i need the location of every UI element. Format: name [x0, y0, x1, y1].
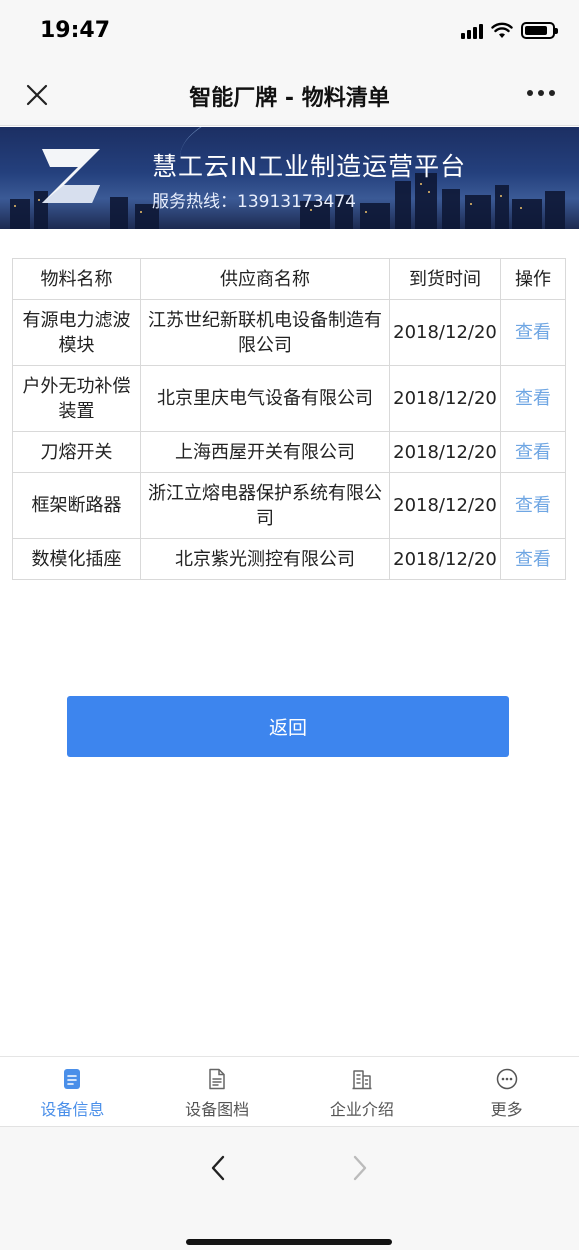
- table-row: 刀熔开关 上海西屋开关有限公司 2018/12/20 查看: [12, 431, 566, 473]
- table-row: 有源电力滤波模块 江苏世纪新联机电设备制造有限公司 2018/12/20 查看: [12, 299, 566, 366]
- header-action: 操作: [500, 258, 566, 300]
- supplier-name-cell: 上海西屋开关有限公司: [140, 431, 390, 473]
- browser-toolbar: [0, 1126, 579, 1250]
- more-circle-icon: [496, 1068, 517, 1090]
- status-icons: [461, 22, 558, 39]
- view-link[interactable]: 查看: [500, 365, 566, 432]
- tab-label: 设备图档: [185, 1100, 250, 1119]
- table-row: 户外无功补偿装置 北京里庆电气设备有限公司 2018/12/20 查看: [12, 365, 566, 432]
- materials-table: 物料名称 供应商名称 到货时间 操作 有源电力滤波模块 江苏世纪新联机电设备制造…: [12, 258, 566, 580]
- arrival-date-cell: 2018/12/20: [389, 299, 501, 366]
- tab-device-drawings[interactable]: 设备图档: [145, 1057, 290, 1125]
- tab-more[interactable]: 更多: [434, 1057, 579, 1125]
- supplier-name-cell: 北京里庆电气设备有限公司: [140, 365, 390, 432]
- header-arrival-time: 到货时间: [389, 258, 501, 300]
- arrival-date-cell: 2018/12/20: [389, 365, 501, 432]
- building-icon: [352, 1070, 372, 1090]
- tab-device-info[interactable]: 设备信息: [0, 1057, 145, 1125]
- material-name-cell: 刀熔开关: [12, 431, 141, 473]
- tab-company-intro[interactable]: 企业介绍: [290, 1057, 435, 1125]
- banner-slogan: 慧工云IN工业制造运营平台: [152, 152, 467, 181]
- chevron-left-icon[interactable]: [206, 1153, 230, 1183]
- view-link[interactable]: 查看: [500, 472, 566, 539]
- supplier-name-cell: 江苏世纪新联机电设备制造有限公司: [140, 299, 390, 366]
- header-supplier-name: 供应商名称: [140, 258, 390, 300]
- more-icon[interactable]: [527, 90, 555, 96]
- table-header-row: 物料名称 供应商名称 到货时间 操作: [12, 258, 566, 300]
- supplier-name-cell: 北京紫光测控有限公司: [140, 538, 390, 580]
- tab-label: 设备信息: [40, 1100, 105, 1119]
- header-material-name: 物料名称: [12, 258, 141, 300]
- nav-bar: 智能厂牌 - 物料清单: [0, 64, 579, 126]
- status-time: 19:47: [40, 18, 111, 43]
- arrival-date-cell: 2018/12/20: [389, 472, 501, 539]
- material-name-cell: 数模化插座: [12, 538, 141, 580]
- document-filled-icon: [64, 1069, 81, 1089]
- view-link[interactable]: 查看: [500, 538, 566, 580]
- company-logo: [42, 149, 100, 203]
- tab-label: 更多: [490, 1100, 523, 1119]
- signal-icon: [461, 23, 483, 39]
- home-indicator[interactable]: [186, 1239, 392, 1245]
- back-button[interactable]: 返回: [67, 696, 509, 757]
- chevron-right-icon[interactable]: [348, 1153, 372, 1183]
- banner-hotline: 服务热线：13913173474: [152, 192, 356, 212]
- material-name-cell: 框架断路器: [12, 472, 141, 539]
- view-link[interactable]: 查看: [500, 299, 566, 366]
- supplier-name-cell: 浙江立熔电器保护系统有限公司: [140, 472, 390, 539]
- page-title: 智能厂牌 - 物料清单: [189, 86, 390, 111]
- arrival-date-cell: 2018/12/20: [389, 431, 501, 473]
- material-name-cell: 户外无功补偿装置: [12, 365, 141, 432]
- tab-label: 企业介绍: [329, 1100, 394, 1119]
- wifi-icon: [491, 22, 513, 38]
- table-row: 数模化插座 北京紫光测控有限公司 2018/12/20 查看: [12, 538, 566, 580]
- material-name-cell: 有源电力滤波模块: [12, 299, 141, 366]
- view-link[interactable]: 查看: [500, 431, 566, 473]
- battery-icon: [521, 22, 558, 39]
- table-row: 框架断路器 浙江立熔电器保护系统有限公司 2018/12/20 查看: [12, 472, 566, 539]
- document-outline-icon: [209, 1068, 225, 1090]
- header-banner: 慧工云IN工业制造运营平台 服务热线：13913173474: [0, 127, 579, 229]
- arrival-date-cell: 2018/12/20: [389, 538, 501, 580]
- status-bar: 19:47: [0, 0, 579, 64]
- bottom-tab-bar: 设备信息 设备图档 企业介绍 更多: [0, 1056, 579, 1125]
